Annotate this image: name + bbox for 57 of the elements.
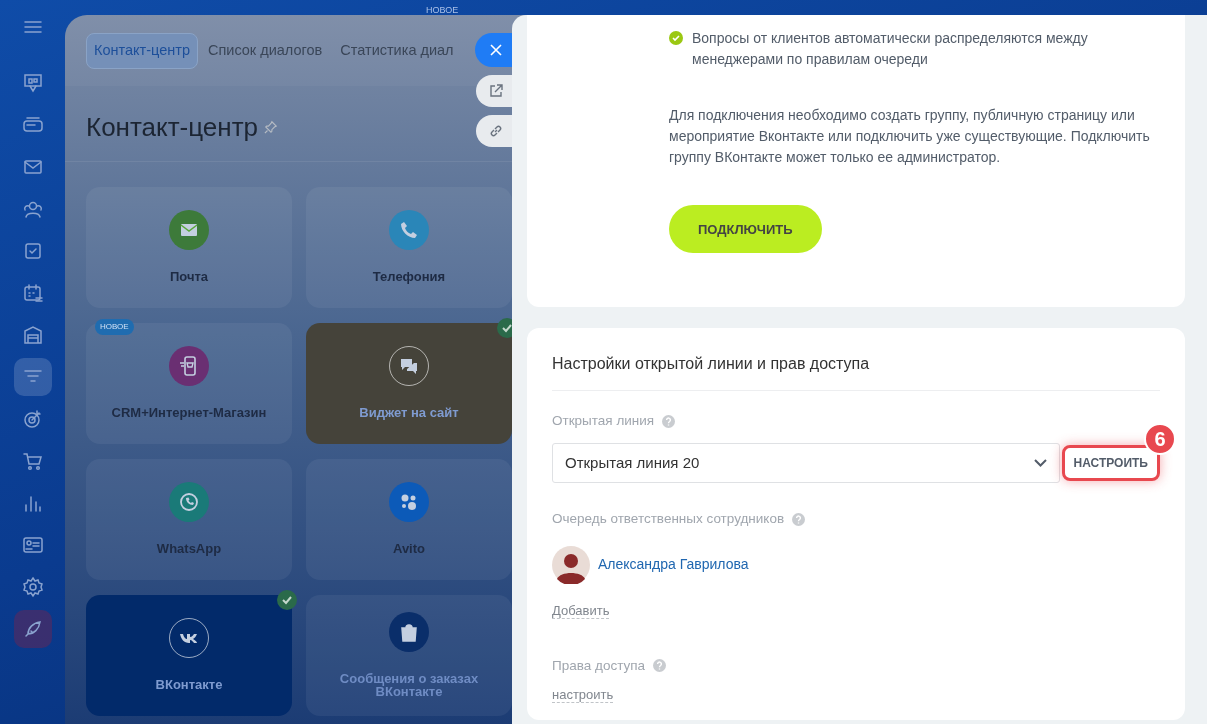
target-icon: [21, 408, 44, 430]
tab[interactable]: Статистика диал: [332, 33, 462, 69]
configure-link[interactable]: настроить: [552, 686, 614, 703]
tile-title: CRM+Интернет-Магазин: [110, 406, 268, 421]
copy-link-button[interactable]: [476, 115, 512, 147]
avatar: [552, 545, 590, 584]
member-name-link[interactable]: Александра Гаврилова: [598, 554, 749, 575]
tile-title: Сообщения о заказах ВКонтакте: [338, 671, 480, 699]
tile-title: Виджет на сайт: [358, 406, 460, 421]
field-label: Очередь ответственных сотрудников: [552, 510, 785, 529]
sidebar-item[interactable]: [13, 358, 52, 396]
connector-tile[interactable]: Почта: [86, 186, 292, 308]
external-link-icon: [488, 84, 503, 98]
close-button[interactable]: [475, 33, 512, 67]
connection-note: Для подключения необходимо создать группу, публичную страницу или мероприятие Вконтакте или подключить уже существующие. Подключить группу ВКонтакте может только ее администратор.: [669, 106, 1151, 167]
connector-tile[interactable]: ВКонтакте: [86, 594, 292, 716]
chevron-down-icon: [1033, 459, 1047, 468]
configure-button[interactable]: НАСТРОИТЬ: [1061, 445, 1160, 482]
connector-tile[interactable]: Сообщения о заказах ВКонтакте: [306, 594, 512, 716]
connector-tile[interactable]: Телефония: [306, 186, 512, 308]
add-link[interactable]: Добавить: [552, 602, 610, 619]
tile-title: Avito: [392, 542, 426, 557]
tile-title: ВКонтакте: [154, 678, 224, 693]
pin-icon: [264, 120, 279, 135]
link-icon: [488, 124, 503, 138]
page-title: Контакт-центр: [86, 110, 259, 144]
cart-icon: [21, 450, 44, 472]
field-label: Открытая линия: [552, 412, 655, 430]
connector-tile[interactable]: WhatsApp: [86, 458, 292, 580]
warehouse-icon: [21, 324, 44, 346]
whatsapp-icon: [178, 491, 200, 514]
tile-title: WhatsApp: [155, 542, 223, 557]
help-icon[interactable]: [653, 659, 667, 673]
open-line-select[interactable]: Открытая линия 20: [552, 443, 1060, 484]
help-icon[interactable]: [792, 512, 806, 526]
connector-tile[interactable]: Avito: [306, 458, 512, 580]
new-label: НОВОЕ: [426, 4, 459, 17]
tab[interactable]: Список диалогов: [199, 33, 331, 69]
close-icon: [489, 44, 502, 56]
board-icon: [21, 72, 44, 94]
connector-tile[interactable]: Виджет на сайт: [306, 322, 512, 444]
field-label: Права доступа: [552, 656, 646, 675]
feature-text: Вопросы от клиентов автоматически распределяются между менеджерами по правилам очереди: [692, 29, 1089, 69]
tile-title: Почта: [168, 270, 210, 285]
help-icon[interactable]: [662, 414, 676, 428]
tab[interactable]: Контакт-центр: [86, 33, 198, 69]
gear-icon: [21, 576, 44, 598]
sidebar-item[interactable]: [13, 610, 52, 648]
new-badge: НОВОЕ: [95, 318, 134, 335]
calendar-icon: [21, 282, 44, 304]
contact-card-icon: [21, 534, 44, 556]
check-badge-icon: [277, 589, 297, 610]
tile-title: Телефония: [371, 270, 447, 285]
step-number-badge: 6: [1144, 423, 1176, 456]
connect-button[interactable]: ПОДКЛЮЧИТЬ: [669, 205, 822, 253]
open-window-button[interactable]: [476, 75, 512, 107]
section-title: Настройки открытой линии и прав доступа: [552, 352, 1160, 391]
